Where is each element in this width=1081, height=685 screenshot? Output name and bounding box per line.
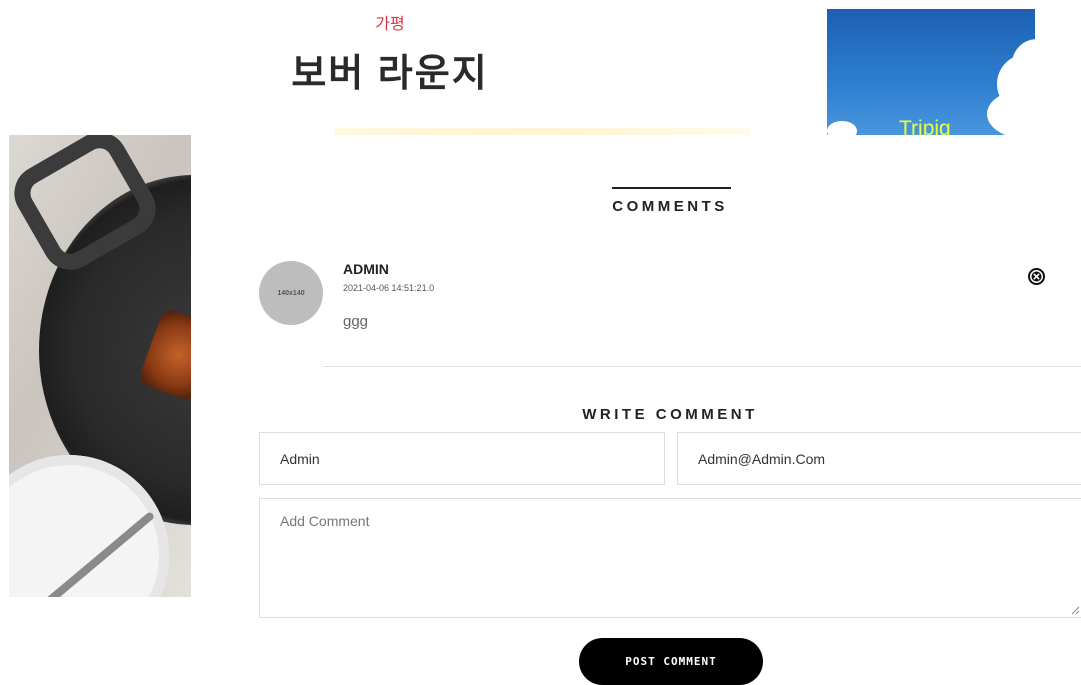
delete-comment-button[interactable] (1027, 267, 1045, 285)
comments-heading: COMMENTS (612, 198, 728, 215)
close-circle-icon (1027, 267, 1045, 285)
page-title: 보버 라운지 (291, 53, 489, 95)
region-label: 가평 (375, 16, 405, 33)
comment-date: 2021-04-06 14:51:21.0 (343, 283, 435, 293)
thumbnail-label: Tripig (899, 117, 951, 135)
resize-grip-icon[interactable] (1070, 605, 1080, 615)
comments-heading-rule (612, 187, 731, 189)
food-image (9, 135, 191, 597)
comment-text: ggg (343, 313, 369, 330)
thumbnail-image[interactable]: Tripig (827, 9, 1035, 135)
post-comment-button[interactable]: POST COMMENT (579, 638, 763, 685)
write-comment-heading: WRITE COMMENT (582, 406, 758, 423)
name-field[interactable] (259, 432, 665, 485)
email-field[interactable] (677, 432, 1081, 485)
comment-author: ADMIN (343, 261, 389, 277)
comment-textarea[interactable] (259, 498, 1081, 618)
divider (323, 366, 1081, 367)
avatar: 140x140 (259, 261, 323, 325)
